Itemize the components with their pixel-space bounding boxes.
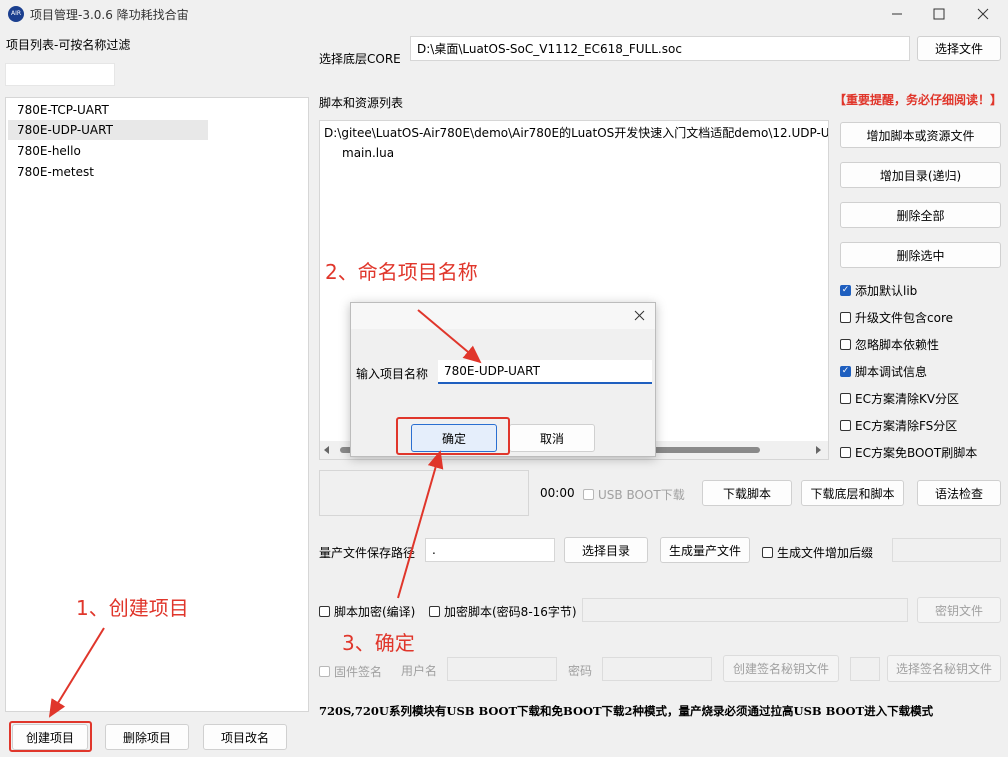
filter-input[interactable] bbox=[5, 63, 115, 86]
project-name-input[interactable]: 780E-UDP-UART bbox=[438, 360, 652, 384]
rename-project-button[interactable]: 项目改名 bbox=[203, 724, 287, 750]
project-item[interactable]: 780E-metest bbox=[12, 162, 94, 182]
usb-boot-note: 720S,720U系列模块有USB BOOT下载和免BOOT下载2种模式，量产烧… bbox=[319, 704, 934, 718]
checkbox-icon[interactable] bbox=[429, 606, 440, 617]
core-path-field[interactable]: D:\桌面\LuatOS-SoC_V1112_EC618_FULL.soc bbox=[410, 36, 910, 61]
progress-box bbox=[319, 470, 529, 516]
production-path-field[interactable]: . bbox=[425, 538, 555, 562]
download-script-button[interactable]: 下载脚本 bbox=[702, 480, 792, 506]
add-dir-button[interactable]: 增加目录(递归) bbox=[840, 162, 1001, 188]
option-add-default-lib[interactable]: ✓ 添加默认lib bbox=[840, 282, 917, 299]
syntax-check-button[interactable]: 语法检查 bbox=[917, 480, 1001, 506]
dialog-titlebar bbox=[351, 303, 655, 329]
encrypt-password-checkbox[interactable]: 加密脚本(密码8-16字节) bbox=[429, 603, 577, 620]
core-label: 选择底层CORE bbox=[319, 52, 401, 66]
checkbox-icon[interactable] bbox=[583, 489, 594, 500]
close-icon[interactable] bbox=[968, 4, 998, 24]
project-item[interactable]: 780E-hello bbox=[12, 141, 81, 161]
annotation-step1: 1、创建项目 bbox=[76, 596, 189, 620]
annotation-step2: 2、命名项目名称 bbox=[325, 260, 478, 284]
minimize-icon[interactable] bbox=[882, 4, 912, 24]
production-path-label: 量产文件保存路径 bbox=[319, 546, 416, 560]
firmware-sign-checkbox[interactable]: 固件签名 bbox=[319, 663, 382, 680]
window-title: 项目管理-3.0.6 降功耗找合宙 bbox=[30, 8, 189, 22]
app-logo-icon: AIR bbox=[8, 6, 24, 22]
download-time: 00:00 bbox=[540, 486, 575, 500]
username-field[interactable] bbox=[447, 657, 557, 681]
encrypt-checkbox[interactable]: 脚本加密(编译) bbox=[319, 603, 415, 620]
script-file-node[interactable]: main.lua bbox=[342, 146, 394, 160]
title-bar: AIR 项目管理-3.0.6 降功耗找合宙 bbox=[0, 0, 1008, 28]
checkbox-icon[interactable] bbox=[840, 393, 851, 404]
option-ignore-deps[interactable]: 忽略脚本依赖性 bbox=[840, 336, 939, 353]
key-file-button[interactable]: 密钥文件 bbox=[917, 597, 1001, 623]
suffix-checkbox[interactable]: 生成文件增加后缀 bbox=[762, 544, 873, 561]
select-dir-button[interactable]: 选择目录 bbox=[564, 537, 648, 563]
create-key-button[interactable]: 创建签名秘钥文件 bbox=[723, 655, 839, 682]
username-label: 用户名 bbox=[401, 664, 438, 678]
maximize-icon[interactable] bbox=[924, 4, 954, 24]
option-clear-fs[interactable]: EC方案清除FS分区 bbox=[840, 417, 957, 434]
checkbox-icon[interactable] bbox=[840, 420, 851, 431]
option-no-boot-flash[interactable]: EC方案免BOOT刷脚本 bbox=[840, 444, 977, 461]
checkbox-checked-icon[interactable]: ✓ bbox=[840, 285, 851, 296]
generate-production-button[interactable]: 生成量产文件 bbox=[660, 537, 750, 563]
key-path-field[interactable] bbox=[850, 657, 880, 681]
project-item[interactable]: 780E-UDP-UART bbox=[12, 120, 113, 140]
ok-button-highlight bbox=[396, 417, 510, 455]
checkbox-checked-icon[interactable]: ✓ bbox=[840, 366, 851, 377]
checkbox-icon[interactable] bbox=[319, 666, 330, 677]
dialog-input-label: 输入项目名称 bbox=[356, 367, 429, 381]
checkbox-icon[interactable] bbox=[840, 447, 851, 458]
usb-boot-checkbox[interactable]: USB BOOT下载 bbox=[583, 486, 685, 503]
delete-selected-button[interactable]: 删除选中 bbox=[840, 242, 1001, 268]
annotation-step3: 3、确定 bbox=[342, 631, 415, 655]
project-item[interactable]: 780E-TCP-UART bbox=[12, 100, 109, 120]
script-dir-node[interactable]: D:\gitee\LuatOS-Air780E\demo\Air780E的Lua… bbox=[324, 124, 828, 141]
select-core-button[interactable]: 选择文件 bbox=[917, 36, 1001, 61]
checkbox-icon[interactable] bbox=[840, 312, 851, 323]
download-core-button[interactable]: 下载底层和脚本 bbox=[801, 480, 904, 506]
add-file-button[interactable]: 增加脚本或资源文件 bbox=[840, 122, 1001, 148]
checkbox-icon[interactable] bbox=[840, 339, 851, 350]
password-label: 密码 bbox=[568, 664, 593, 678]
dialog-close-icon[interactable] bbox=[631, 307, 649, 325]
create-project-highlight bbox=[9, 721, 92, 752]
option-upgrade-include-core[interactable]: 升级文件包含core bbox=[840, 309, 953, 326]
checkbox-icon[interactable] bbox=[319, 606, 330, 617]
important-warning-link[interactable]: 【重要提醒，务必仔细阅读！】 bbox=[834, 91, 1002, 108]
scripts-label: 脚本和资源列表 bbox=[319, 96, 404, 110]
filter-label: 项目列表-可按名称过滤 bbox=[6, 38, 131, 52]
delete-project-button[interactable]: 删除项目 bbox=[105, 724, 189, 750]
checkbox-icon[interactable] bbox=[762, 547, 773, 558]
scroll-right-icon[interactable] bbox=[816, 446, 821, 454]
dialog-cancel-button[interactable]: 取消 bbox=[509, 424, 595, 452]
suffix-field[interactable] bbox=[892, 538, 1001, 562]
option-clear-kv[interactable]: EC方案清除KV分区 bbox=[840, 390, 959, 407]
encrypt-password-field[interactable] bbox=[582, 598, 908, 622]
delete-all-button[interactable]: 删除全部 bbox=[840, 202, 1001, 228]
select-key-button[interactable]: 选择签名秘钥文件 bbox=[887, 655, 1001, 682]
scroll-left-icon[interactable] bbox=[324, 446, 329, 454]
password-field[interactable] bbox=[602, 657, 712, 681]
option-debug-info[interactable]: ✓ 脚本调试信息 bbox=[840, 363, 927, 380]
